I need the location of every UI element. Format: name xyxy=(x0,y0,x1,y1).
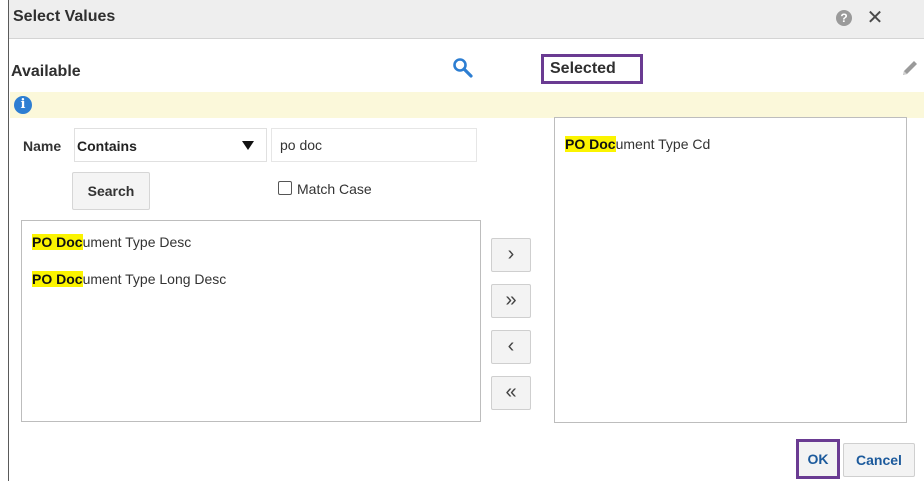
select-values-dialog: Select Values ? ✕ Available Selected i N… xyxy=(8,0,924,481)
info-icon: i xyxy=(14,96,32,114)
available-heading: Available xyxy=(11,63,81,80)
match-case-checkbox[interactable] xyxy=(278,181,292,195)
ok-button[interactable]: OK xyxy=(796,439,840,479)
item-text: ument Type Cd xyxy=(615,136,711,152)
close-icon[interactable]: ✕ xyxy=(864,6,886,30)
selected-heading: Selected xyxy=(541,54,643,84)
info-bar: i xyxy=(10,92,924,118)
search-button[interactable]: Search xyxy=(72,172,150,210)
remove-button[interactable]: ‹ xyxy=(491,330,531,364)
available-list[interactable]: PO Document Type Desc PO Document Type L… xyxy=(21,220,481,422)
list-item[interactable]: PO Document Type Long Desc xyxy=(32,271,226,287)
item-text: ument Type Desc xyxy=(82,234,192,250)
search-icon[interactable] xyxy=(452,57,474,79)
match-highlight: PO Doc xyxy=(32,234,83,250)
cancel-button[interactable]: Cancel xyxy=(843,443,915,477)
match-highlight: PO Doc xyxy=(565,136,616,152)
name-label: Name xyxy=(23,138,62,154)
match-case-label: Match Case xyxy=(297,181,372,197)
title-bar: Select Values ? ✕ xyxy=(9,0,924,39)
list-item[interactable]: PO Document Type Cd xyxy=(565,136,710,152)
operator-dropdown[interactable]: Contains xyxy=(74,128,267,162)
remove-all-button[interactable]: « xyxy=(491,376,531,410)
dropdown-arrow-icon xyxy=(242,141,254,150)
pencil-icon[interactable] xyxy=(899,57,921,79)
dialog-title: Select Values xyxy=(13,8,116,25)
list-item[interactable]: PO Document Type Desc xyxy=(32,234,191,250)
item-text: ument Type Long Desc xyxy=(82,271,227,287)
match-highlight: PO Doc xyxy=(32,271,83,287)
selected-list[interactable]: PO Document Type Cd xyxy=(554,117,907,423)
move-all-button[interactable]: » xyxy=(491,284,531,318)
search-query-input[interactable] xyxy=(271,128,477,162)
move-button[interactable]: › xyxy=(491,238,531,272)
operator-value: Contains xyxy=(77,138,137,154)
help-icon[interactable]: ? xyxy=(836,10,852,26)
